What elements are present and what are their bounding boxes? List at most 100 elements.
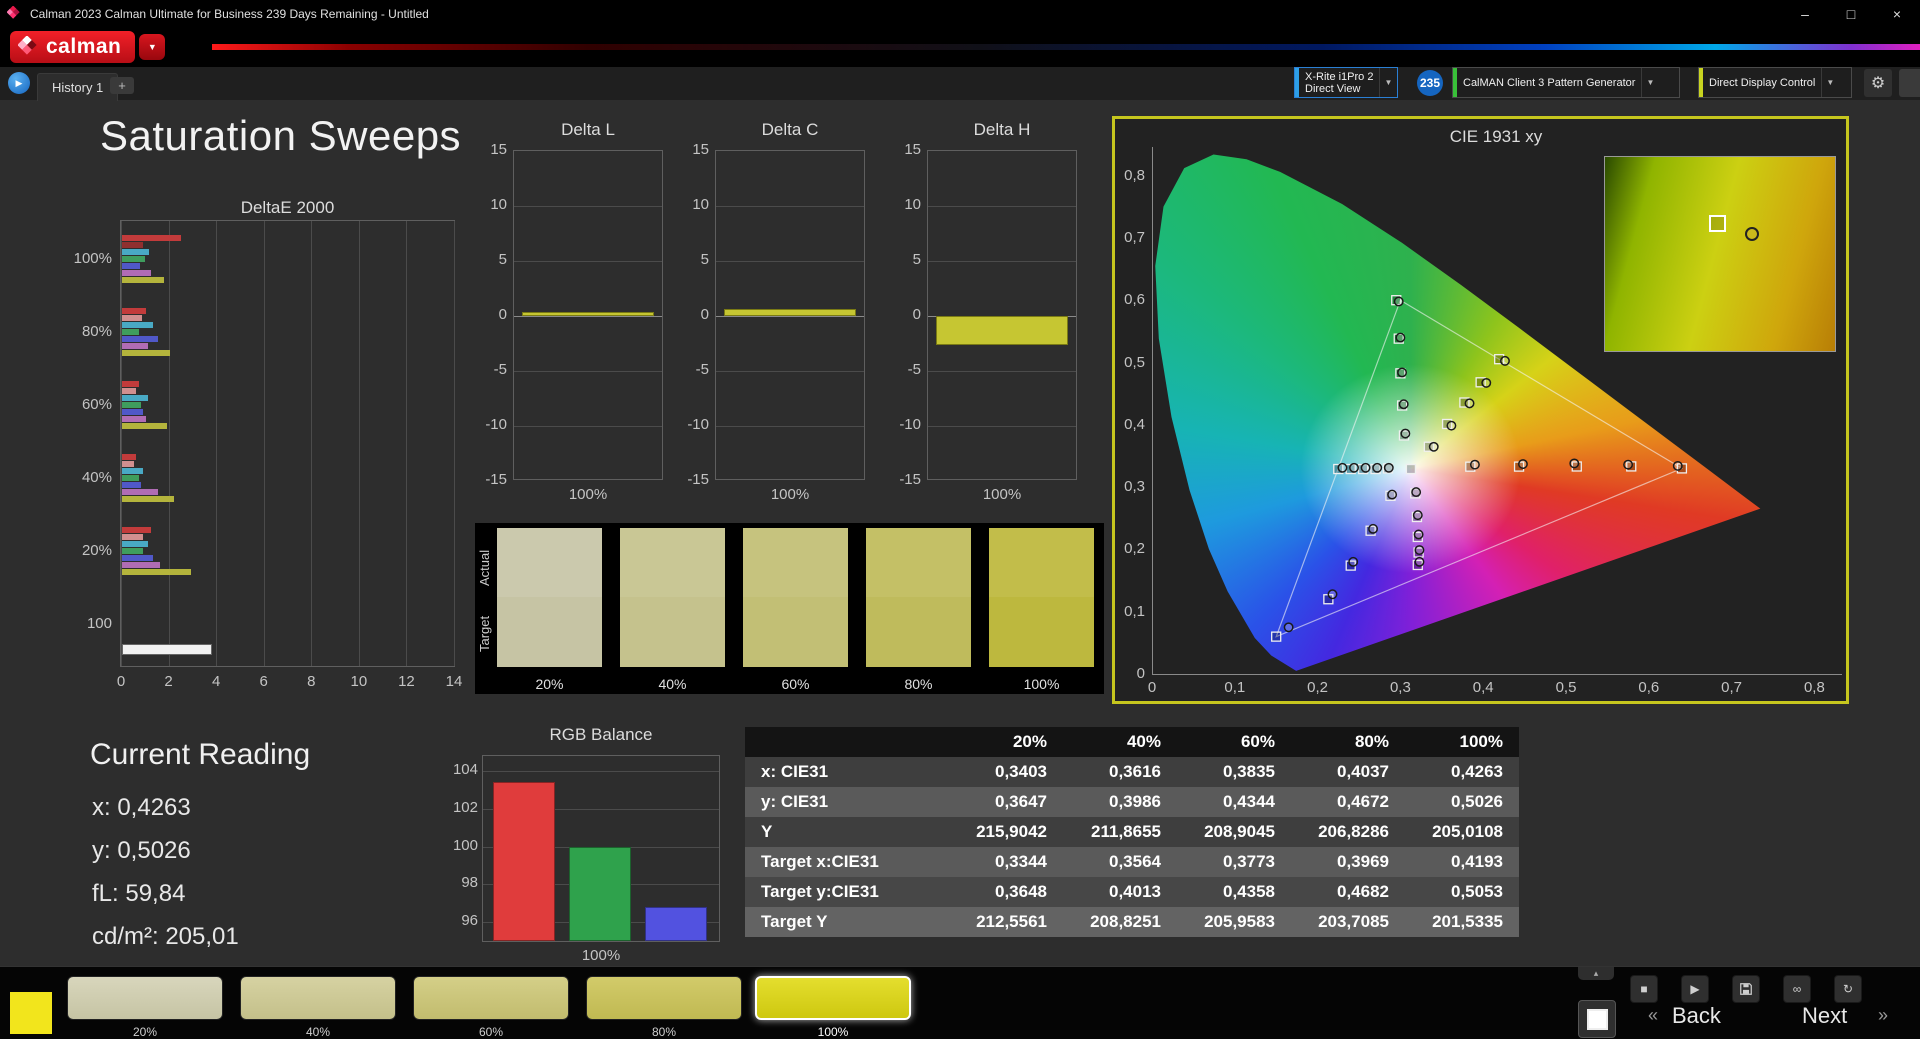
- gear-icon: ⚙: [1870, 75, 1886, 92]
- swatch-comparison-panel: Actual Target 20% 40% 60% 80% 100%: [475, 523, 1104, 694]
- maximize-button[interactable]: □: [1828, 0, 1874, 27]
- calman-logo[interactable]: calman ▼: [10, 31, 166, 63]
- actual-swatch: [497, 528, 602, 597]
- table-cell: 0,4013: [1109, 882, 1161, 901]
- next-chevron-icon[interactable]: »: [1878, 1005, 1888, 1026]
- saturation-swatch-100%[interactable]: [755, 976, 911, 1020]
- saturation-swatch-80%[interactable]: [586, 976, 742, 1020]
- saturation-swatch-20%[interactable]: [67, 976, 223, 1020]
- delta-y-tick: 5: [912, 251, 921, 268]
- cie-x-tick: 0,5: [1555, 679, 1577, 696]
- back-chevron-icon[interactable]: «: [1648, 1005, 1658, 1026]
- history-nav-button[interactable]: ▶: [8, 72, 30, 94]
- close-button[interactable]: ×: [1874, 0, 1920, 27]
- swatch-level-label: 100%: [1023, 676, 1060, 692]
- pattern-label: CalMAN Client 3 Pattern Generator: [1463, 76, 1636, 89]
- delta-gridline: [514, 316, 662, 317]
- deltae-gridline: [263, 221, 265, 666]
- pattern-generator-dropdown[interactable]: CalMAN Client 3 Pattern Generator ▼: [1452, 67, 1680, 98]
- swatch-button-label: 80%: [651, 1025, 677, 1039]
- next-button[interactable]: Next: [1802, 1003, 1847, 1029]
- table-cell: 205,0108: [1432, 822, 1503, 841]
- cie-measured-point: [1383, 462, 1394, 473]
- delta-y-tick: -10: [687, 416, 709, 433]
- link-icon: ∞: [1792, 982, 1802, 996]
- delta-y-tick: -5: [695, 361, 709, 378]
- deltae-bar: [122, 277, 164, 283]
- table-cell: 0,3564: [1109, 852, 1161, 871]
- table-cell: 215,9042: [976, 822, 1047, 841]
- deltae-x-tick: 4: [211, 673, 221, 690]
- cie-x-tick: 0,7: [1721, 679, 1743, 696]
- deltae-bar: [122, 489, 158, 495]
- table-header-cell: 60%: [1240, 732, 1275, 751]
- table-cell: 0,4358: [1223, 882, 1275, 901]
- table-cell: 203,7085: [1318, 912, 1389, 931]
- back-button[interactable]: Back: [1672, 1003, 1721, 1029]
- delta-y-tick: -5: [907, 361, 921, 378]
- table-cell: 0,3403: [995, 762, 1047, 781]
- deltae-x-tick: 14: [445, 673, 463, 690]
- deltae-bar: [122, 329, 139, 335]
- link-button[interactable]: ∞: [1783, 975, 1811, 1003]
- delta-gridline: [928, 426, 1076, 427]
- deltae-bar: [122, 454, 137, 460]
- saturation-swatch-40%[interactable]: [240, 976, 396, 1020]
- table-cell: 0,4263: [1451, 762, 1503, 781]
- edge-panel-button[interactable]: [1899, 69, 1920, 97]
- minimize-button[interactable]: –: [1782, 0, 1828, 27]
- swatch-button-label: 60%: [478, 1025, 504, 1039]
- deltae-y-label: 80%: [81, 323, 112, 340]
- tab-label: History 1: [52, 80, 104, 95]
- delta-gridline: [716, 426, 864, 427]
- cie-target-point: [1271, 631, 1282, 642]
- table-row-label: Target y:CIE31: [761, 882, 879, 901]
- deltae-bar: [122, 395, 149, 401]
- reading-fl: fL: 59,84: [92, 880, 186, 907]
- deltae-gridline: [454, 221, 455, 666]
- stop-button[interactable]: ■: [1630, 975, 1658, 1003]
- cie-y-tick: 0,3: [1124, 478, 1145, 496]
- settings-button[interactable]: ⚙: [1864, 69, 1892, 97]
- add-tab-button[interactable]: +: [110, 77, 134, 94]
- table-cell: 211,8655: [1091, 822, 1161, 841]
- swatch-button-label: 40%: [305, 1025, 331, 1039]
- deltae-bar: [122, 562, 161, 568]
- table-cell: 201,5335: [1432, 912, 1503, 931]
- deltae-x-tick: 0: [116, 673, 126, 690]
- rgb-chart-title: RGB Balance: [549, 725, 653, 744]
- rgb-gridline: [483, 771, 719, 773]
- table-row-label: y: CIE31: [761, 792, 829, 811]
- delta-gridline: [514, 426, 662, 427]
- meter-dropdown[interactable]: X-Rite i1Pro 2 Direct View ▼: [1294, 67, 1398, 98]
- refresh-button[interactable]: ↻: [1834, 975, 1862, 1003]
- display-control-dropdown[interactable]: Direct Display Control ▼: [1698, 67, 1852, 98]
- delta-y-tick: 5: [700, 251, 709, 268]
- deltae-bar: [122, 270, 151, 276]
- tab-bar: ▶ History 1 + X-Rite i1Pro 2 Direct View…: [0, 67, 1920, 101]
- meter-badge[interactable]: 235: [1417, 70, 1443, 96]
- pattern-window-button[interactable]: [1578, 1000, 1616, 1038]
- deltae-bar: [122, 350, 170, 356]
- cie-measured-point: [1481, 377, 1492, 388]
- deltae-bar: [122, 402, 142, 408]
- saturation-swatch-60%[interactable]: [413, 976, 569, 1020]
- tab-history-1[interactable]: History 1: [37, 73, 119, 101]
- logo-menu-button[interactable]: ▼: [139, 34, 166, 60]
- deltae-bar: [122, 322, 153, 328]
- chevron-down-icon: ▼: [1379, 68, 1396, 97]
- table-cell: 0,3647: [995, 792, 1047, 811]
- delta-x-label: 100%: [982, 486, 1022, 503]
- reading-y: y: 0,5026: [92, 837, 191, 864]
- delta-y-tick: -5: [493, 361, 507, 378]
- cie-measured-point: [1337, 462, 1348, 473]
- swatch-level-label: 60%: [781, 676, 810, 692]
- table-row: Target x:CIE31 0,3344 0,3564 0,3773 0,3969 0,…: [745, 847, 1519, 877]
- delta-plot: [927, 150, 1077, 480]
- play-button[interactable]: ▶: [1681, 975, 1709, 1003]
- table-cell: 206,8286: [1318, 822, 1389, 841]
- table-row: Target y:CIE31 0,3648 0,4013 0,4358 0,4682 0,…: [745, 877, 1519, 907]
- collapse-handle[interactable]: ▴: [1578, 967, 1614, 980]
- save-button[interactable]: [1732, 975, 1760, 1003]
- target-swatch: [620, 597, 725, 667]
